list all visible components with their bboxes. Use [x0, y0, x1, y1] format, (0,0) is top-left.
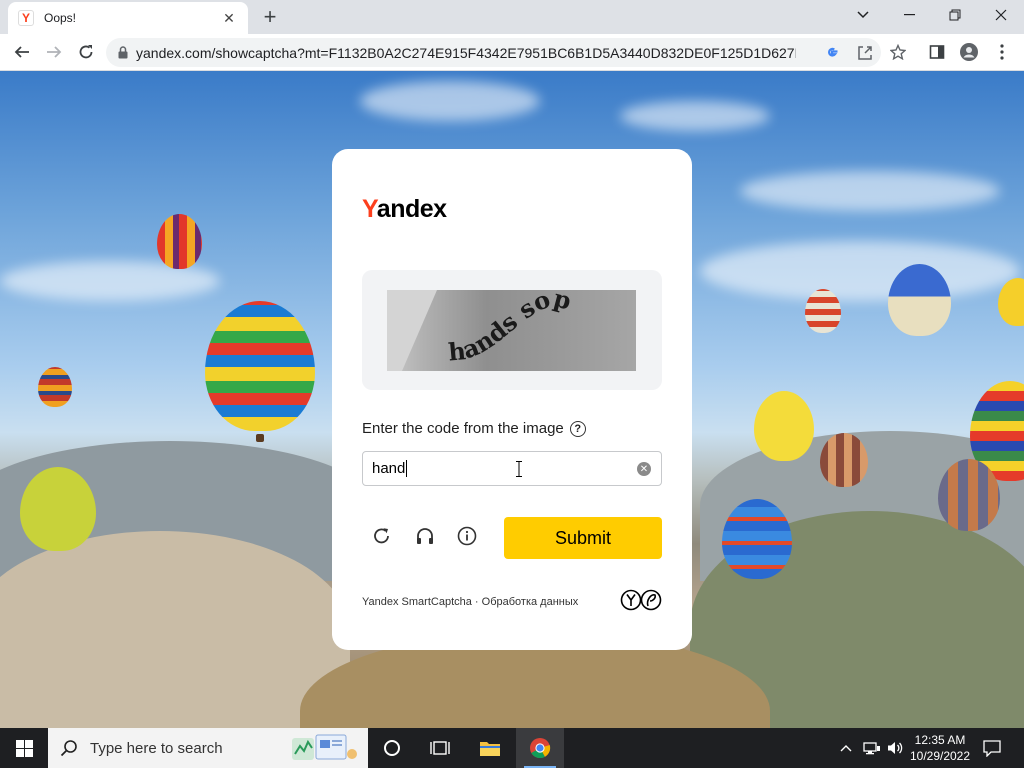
captcha-prompt: Enter the code from the image ?	[362, 420, 586, 437]
close-window-button[interactable]	[978, 0, 1024, 30]
browser-titlebar: Y Oops! ✕ +	[0, 0, 1024, 34]
info-icon[interactable]	[455, 524, 479, 548]
chrome-taskbar-button[interactable]	[516, 728, 564, 768]
hot-air-balloon	[38, 367, 72, 407]
browser-tab[interactable]: Y Oops! ✕	[8, 2, 248, 34]
task-view-button[interactable]	[416, 728, 464, 768]
yandex-logo: Yandex	[362, 195, 447, 224]
clear-input-icon[interactable]: ✕	[637, 462, 651, 476]
footer-separator: ·	[471, 596, 482, 608]
reload-button[interactable]	[73, 39, 99, 65]
reload-icon	[79, 45, 93, 59]
hot-air-balloon	[205, 301, 315, 431]
bookmark-star-icon[interactable]	[889, 43, 907, 61]
submit-button[interactable]: Submit	[504, 517, 662, 559]
restore-button[interactable]	[932, 0, 978, 30]
chrome-icon	[530, 738, 551, 759]
menu-kebab-icon[interactable]	[993, 43, 1011, 61]
cloud	[360, 81, 540, 121]
search-placeholder: Type here to search	[90, 739, 223, 757]
side-panel-icon[interactable]	[928, 43, 946, 61]
captcha-footer: Yandex SmartCaptcha · Обработка данных	[362, 596, 578, 608]
folder-icon	[480, 742, 500, 756]
show-hidden-icons-chevron-up-icon[interactable]	[838, 728, 854, 768]
network-icon[interactable]	[862, 728, 882, 768]
logo-text: andex	[376, 195, 447, 223]
forward-arrow-icon	[47, 46, 62, 58]
cortana-circle-icon	[384, 740, 400, 756]
cloud	[700, 241, 1020, 301]
hot-air-balloon	[998, 278, 1024, 326]
hot-air-balloon	[20, 467, 96, 551]
google-translate-icon[interactable]	[823, 44, 841, 62]
back-button[interactable]	[9, 39, 35, 65]
new-tab-button[interactable]: +	[258, 5, 282, 29]
svg-text:hands sop: hands sop	[447, 290, 574, 367]
tab-search-chevron-down-icon[interactable]	[840, 0, 886, 30]
clock-time: 12:35 AM	[914, 733, 966, 747]
cortana-button[interactable]	[368, 728, 416, 768]
logo-letter: Y	[362, 195, 377, 223]
search-icon	[60, 740, 77, 757]
text-caret	[406, 460, 408, 477]
forward-button[interactable]	[41, 39, 67, 65]
browser-toolbar: yandex.com/showcaptcha?mt=F1132B0A2C274E…	[0, 34, 1024, 71]
back-arrow-icon	[14, 46, 29, 58]
hot-air-balloon	[754, 391, 814, 461]
tab-title: Oops!	[44, 11, 77, 25]
captcha-distorted-text: hands sop	[447, 290, 574, 367]
hot-air-balloon	[805, 289, 841, 333]
address-bar[interactable]: yandex.com/showcaptcha?mt=F1132B0A2C274E…	[106, 38, 881, 67]
taskbar-clock[interactable]: 12:35 AM 10/29/2022	[908, 732, 972, 764]
volume-speaker-icon[interactable]	[884, 728, 906, 768]
windows-logo-icon	[15, 739, 33, 757]
captcha-card: Yandex hands sop Enter the code from the…	[332, 149, 692, 650]
notifications-icon[interactable]	[980, 728, 1004, 768]
smartcaptcha-brand: Yandex SmartCaptcha	[362, 596, 472, 608]
windows-taskbar: Type here to search 12:35 AM 10/29/2022	[0, 728, 1024, 768]
balloon-basket	[256, 434, 264, 442]
refresh-captcha-icon[interactable]	[370, 524, 394, 548]
hot-air-balloon	[888, 264, 951, 336]
clock-date: 10/29/2022	[909, 749, 971, 763]
tab-close-icon[interactable]: ✕	[220, 10, 238, 27]
captcha-image-container: hands sop	[362, 270, 662, 390]
hot-air-balloon	[938, 459, 1000, 531]
hot-air-balloon	[722, 499, 792, 579]
taskbar-search-box[interactable]: Type here to search	[48, 728, 368, 768]
file-explorer-button[interactable]	[466, 728, 514, 768]
mouse-ibeam-cursor-icon	[516, 461, 522, 477]
search-highlights-illustration-icon	[292, 734, 357, 760]
help-question-icon[interactable]: ?	[569, 420, 586, 437]
url-text: yandex.com/showcaptcha?mt=F1132B0A2C274E…	[136, 44, 796, 61]
minimize-button[interactable]	[886, 0, 932, 30]
hot-air-balloon	[157, 214, 202, 269]
prompt-text: Enter the code from the image	[362, 420, 564, 437]
input-value: hand	[372, 460, 406, 477]
share-icon[interactable]	[856, 44, 874, 62]
captcha-code-input[interactable]: hand ✕	[362, 451, 662, 486]
task-view-icon	[430, 741, 450, 755]
hot-air-balloon	[820, 433, 868, 487]
cloud	[620, 101, 770, 131]
start-button[interactable]	[0, 728, 48, 768]
captcha-image: hands sop	[387, 290, 636, 371]
cloud	[740, 171, 1000, 211]
lock-icon	[118, 46, 128, 59]
smartcaptcha-logo-icon	[620, 589, 662, 611]
data-processing-link[interactable]: Обработка данных	[482, 596, 579, 608]
yandex-favicon-icon: Y	[18, 10, 34, 26]
profile-avatar-icon[interactable]	[960, 43, 978, 61]
audio-captcha-headphones-icon[interactable]	[413, 524, 437, 548]
